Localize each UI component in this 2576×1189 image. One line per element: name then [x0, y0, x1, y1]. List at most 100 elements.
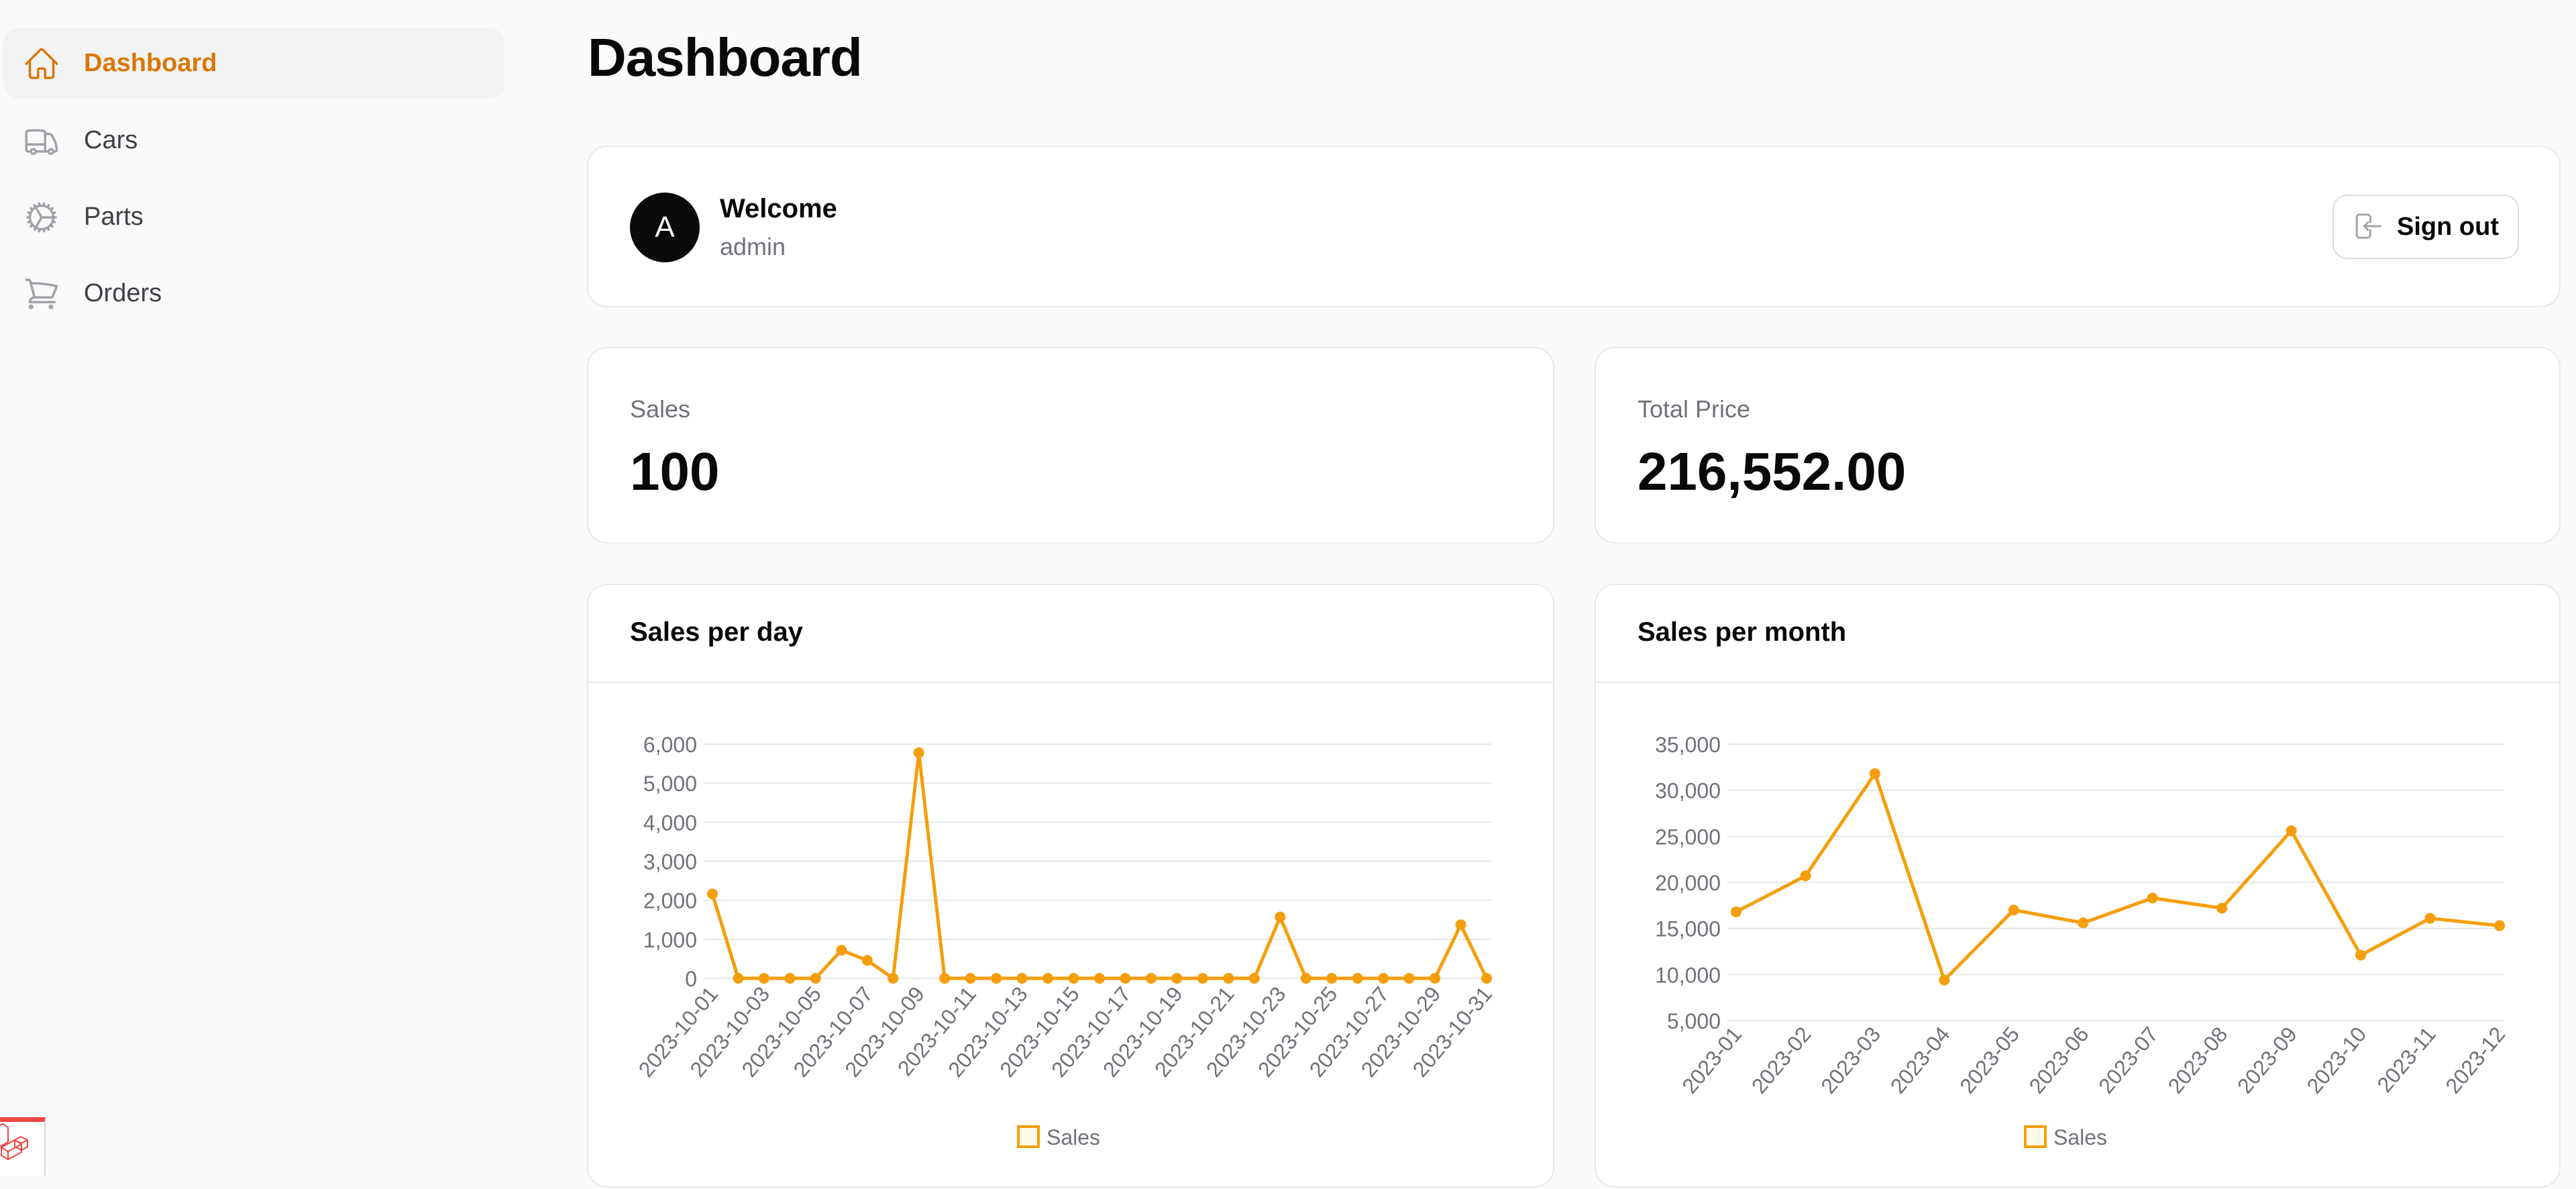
- x-tick-label: 2023-05: [1955, 1022, 2024, 1098]
- y-tick-label: 6,000: [643, 733, 697, 757]
- y-tick-label: 3,000: [643, 850, 697, 874]
- data-point: [1430, 973, 1441, 984]
- data-point: [939, 973, 951, 984]
- y-tick-label: 2,000: [643, 889, 697, 913]
- data-point: [1939, 974, 1950, 986]
- data-point: [991, 973, 1002, 984]
- stat-card-total-price: Total Price 216,552.00: [1595, 347, 2561, 544]
- legend-swatch: [2024, 1125, 2047, 1148]
- data-point: [784, 973, 796, 984]
- legend-swatch: [1017, 1125, 1040, 1148]
- data-point: [888, 973, 899, 984]
- data-point: [1223, 973, 1234, 984]
- data-point: [1171, 973, 1183, 984]
- sidebar-item-label: Dashboard: [84, 49, 217, 77]
- arrow-left-on-rectangle-icon: [2353, 211, 2383, 244]
- data-point: [836, 945, 847, 956]
- stat-label: Sales: [630, 395, 691, 423]
- data-point: [1094, 973, 1105, 984]
- sidebar-item-label: Parts: [84, 203, 144, 231]
- y-tick-label: 5,000: [643, 772, 697, 796]
- avatar: A: [630, 193, 700, 262]
- laravel-debugbar-toggle[interactable]: [0, 1117, 46, 1176]
- data-point: [1016, 973, 1028, 984]
- data-point: [1352, 973, 1363, 984]
- sidebar-item-label: Orders: [84, 279, 162, 307]
- data-point: [1869, 768, 1880, 779]
- data-point: [2147, 892, 2158, 904]
- data-point: [1326, 973, 1338, 984]
- x-tick-label: 2023-06: [2025, 1022, 2094, 1098]
- y-tick-label: 35,000: [1655, 733, 1721, 757]
- x-tick-label: 2023-12: [2440, 1022, 2510, 1098]
- page-title: Dashboard: [588, 28, 863, 87]
- x-tick-label: 2023-03: [1816, 1022, 1885, 1098]
- series-line-sales: [1735, 770, 2500, 984]
- sign-out-button[interactable]: Sign out: [2332, 195, 2519, 259]
- y-tick-label: 25,000: [1655, 825, 1721, 849]
- data-point: [861, 955, 873, 966]
- sales-per-month-chart: 5,000 10,000 15,000 20,000 25,000 30,000 35,00…: [1655, 733, 2510, 1149]
- data-point: [1300, 973, 1311, 984]
- data-point: [965, 973, 976, 984]
- data-point: [913, 747, 924, 758]
- data-point: [1275, 911, 1286, 923]
- sales-per-day-chart: 01,0002,0003,0004,0005,0006,0002023-10-0…: [634, 733, 1497, 1149]
- y-tick-label: 5,000: [1667, 1009, 1721, 1033]
- data-point: [1455, 919, 1466, 931]
- y-tick-label: 0: [685, 967, 697, 991]
- x-tick-label: 2023-02: [1747, 1022, 1816, 1098]
- data-point: [2078, 917, 2089, 929]
- stat-value: 100: [630, 442, 720, 501]
- legend-label: Sales: [2053, 1125, 2107, 1149]
- stat-value: 216,552.00: [1638, 442, 1907, 501]
- x-tick-label: 2023-01: [1677, 1022, 1746, 1098]
- x-tick-label: 2023-10: [2302, 1022, 2371, 1098]
- stat-label: Total Price: [1638, 395, 1751, 423]
- x-tick-label: 2023-08: [2163, 1022, 2232, 1098]
- y-tick-label: 10,000: [1655, 963, 1721, 987]
- sidebar-item-cars[interactable]: Cars: [3, 105, 504, 176]
- x-tick-label: 2023-04: [1886, 1022, 1955, 1098]
- data-point: [1378, 973, 1389, 984]
- x-tick-label: 2023-09: [2233, 1022, 2302, 1098]
- sidebar-item-orders[interactable]: Orders: [3, 258, 504, 329]
- sign-out-label: Sign out: [2397, 212, 2499, 241]
- chart-card-sales-per-day: Sales per day 0 1,000 2,000 3,000 4,000 5,000…: [587, 584, 1554, 1188]
- y-tick-label: 15,000: [1655, 917, 1721, 941]
- data-point: [1145, 973, 1157, 984]
- shopping-cart-icon: [22, 274, 61, 313]
- x-tick-label: 2023-11: [2372, 1022, 2440, 1096]
- data-point: [1403, 973, 1415, 984]
- y-tick-label: 20,000: [1655, 871, 1721, 895]
- welcome-title: Welcome: [720, 194, 837, 223]
- data-point: [1068, 973, 1079, 984]
- data-point: [1248, 973, 1260, 984]
- home-icon: [22, 44, 61, 83]
- data-point: [1731, 906, 1741, 917]
- sidebar-item-parts[interactable]: Parts: [3, 182, 504, 252]
- y-tick-label: 4,000: [643, 811, 697, 835]
- data-point: [733, 973, 744, 984]
- data-point: [758, 973, 769, 984]
- data-point: [2494, 920, 2505, 931]
- data-point: [1481, 973, 1492, 984]
- data-point: [2216, 902, 2228, 914]
- data-point: [707, 888, 718, 900]
- legend-label: Sales: [1046, 1125, 1100, 1149]
- welcome-username: admin: [720, 233, 786, 260]
- data-point: [1197, 973, 1208, 984]
- data-point: [2286, 825, 2297, 837]
- data-point: [2424, 913, 2436, 924]
- y-tick-label: 30,000: [1655, 779, 1721, 803]
- welcome-card: A Welcome admin Sign out: [587, 146, 2561, 307]
- data-point: [1120, 973, 1131, 984]
- data-point: [2355, 949, 2367, 961]
- data-point: [1800, 870, 1811, 882]
- sidebar-item-dashboard[interactable]: Dashboard: [3, 28, 504, 99]
- x-tick-label: 2023-07: [2094, 1022, 2163, 1098]
- data-point: [810, 973, 821, 984]
- y-tick-label: 1,000: [643, 928, 697, 952]
- chart-card-sales-per-month: Sales per month 5,000 10,000 15,000 20,000 2…: [1595, 584, 2561, 1188]
- sidebar: Dashboard Cars Parts Orders: [0, 0, 517, 1176]
